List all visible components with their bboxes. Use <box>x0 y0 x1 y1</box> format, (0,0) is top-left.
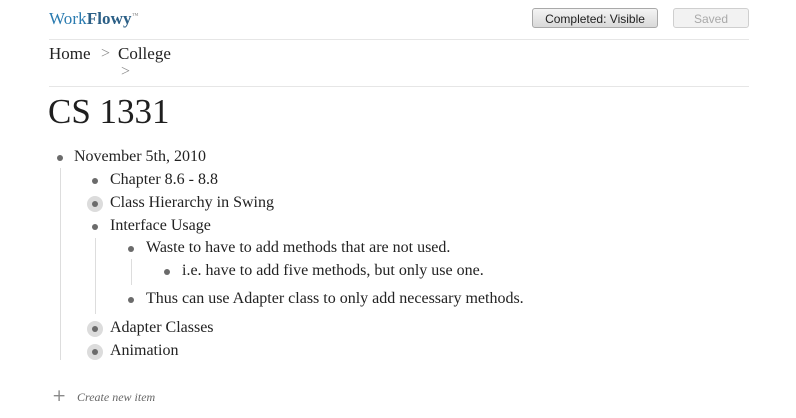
item-text[interactable]: i.e. have to add five methods, but only … <box>182 262 484 280</box>
bullet-icon[interactable] <box>57 155 63 161</box>
bullet-icon[interactable] <box>92 224 98 230</box>
breadcrumb-college[interactable]: College <box>118 44 171 64</box>
create-new-item-label[interactable]: Create new item <box>77 390 155 405</box>
indent-guide <box>95 238 96 314</box>
plus-icon[interactable]: + <box>52 386 66 406</box>
bullet-icon[interactable] <box>128 297 134 303</box>
logo[interactable]: WorkFlowy™ <box>49 9 139 29</box>
item-text[interactable]: Waste to have to add methods that are no… <box>146 239 450 257</box>
bullet-icon[interactable] <box>128 246 134 252</box>
item-text[interactable]: Animation <box>110 342 178 360</box>
page-title[interactable]: CS 1331 <box>48 92 170 132</box>
bullet-icon[interactable] <box>92 178 98 184</box>
breadcrumb-separator: > <box>121 63 131 80</box>
logo-trademark: ™ <box>131 11 139 20</box>
breadcrumb-home[interactable]: Home <box>49 44 91 64</box>
collapsed-bullet-icon[interactable] <box>87 344 103 360</box>
item-text[interactable]: November 5th, 2010 <box>74 148 206 166</box>
completed-visible-button[interactable]: Completed: Visible <box>532 8 658 28</box>
item-text[interactable]: Thus can use Adapter class to only add n… <box>146 290 524 308</box>
item-text[interactable]: Class Hierarchy in Swing <box>110 194 274 212</box>
indent-guide <box>60 168 61 360</box>
bullet-icon[interactable] <box>164 269 170 275</box>
item-text[interactable]: Adapter Classes <box>110 319 214 337</box>
header-divider <box>49 39 749 40</box>
indent-guide <box>131 259 132 285</box>
breadcrumb-separator: > <box>101 45 111 62</box>
logo-work: Work <box>49 9 87 28</box>
item-text[interactable]: Interface Usage <box>110 217 211 235</box>
breadcrumb-divider <box>49 86 749 87</box>
saved-button[interactable]: Saved <box>673 8 749 28</box>
collapsed-bullet-icon[interactable] <box>87 321 103 337</box>
item-text[interactable]: Chapter 8.6 - 8.8 <box>110 171 218 189</box>
logo-flowy: Flowy <box>86 9 132 28</box>
collapsed-bullet-icon[interactable] <box>87 196 103 212</box>
